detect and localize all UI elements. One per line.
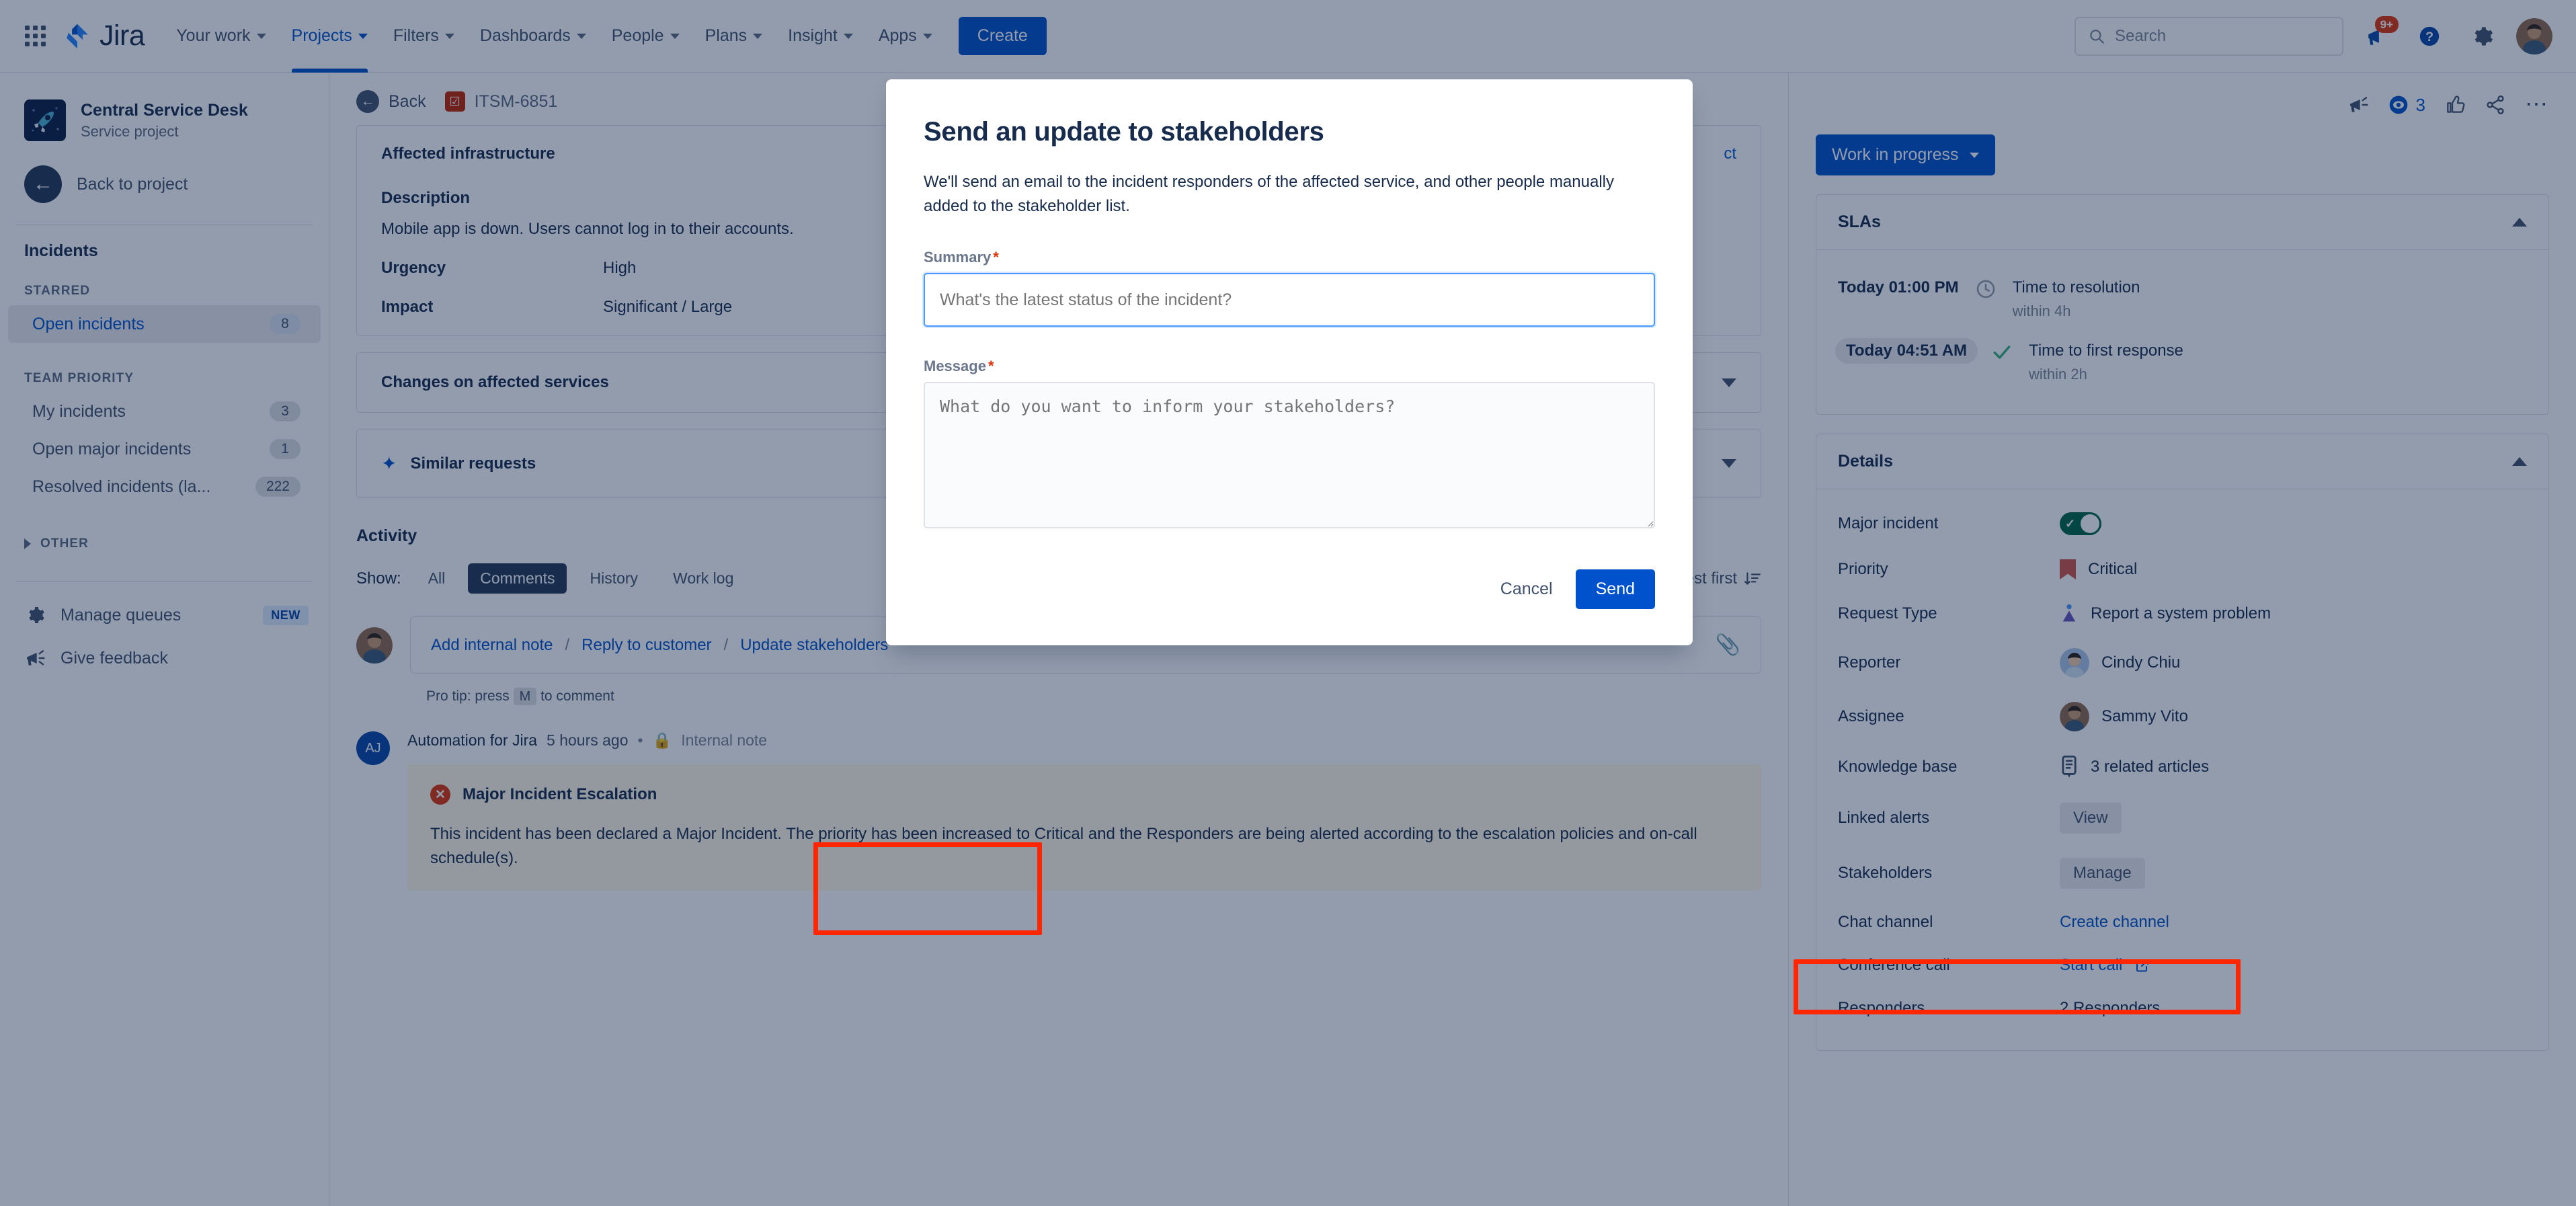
- summary-label: Summary *: [924, 249, 1655, 266]
- message-textarea[interactable]: [924, 382, 1655, 529]
- dialog-description: We'll send an email to the incident resp…: [924, 173, 1614, 215]
- dialog-title: Send an update to stakeholders: [924, 117, 1324, 147]
- dialog-actions: Cancel Send: [924, 569, 1655, 610]
- send-button[interactable]: Send: [1575, 569, 1655, 610]
- send-update-to-stakeholders-dialog: Send an update to stakeholders We'll sen…: [886, 79, 1693, 646]
- required-asterisk: *: [988, 358, 994, 375]
- cancel-button[interactable]: Cancel: [1484, 569, 1569, 609]
- required-asterisk: *: [993, 249, 999, 266]
- summary-input[interactable]: [924, 273, 1655, 327]
- summary-label-text: Summary: [924, 249, 992, 266]
- message-label-text: Message: [924, 358, 986, 375]
- message-label: Message *: [924, 358, 1655, 375]
